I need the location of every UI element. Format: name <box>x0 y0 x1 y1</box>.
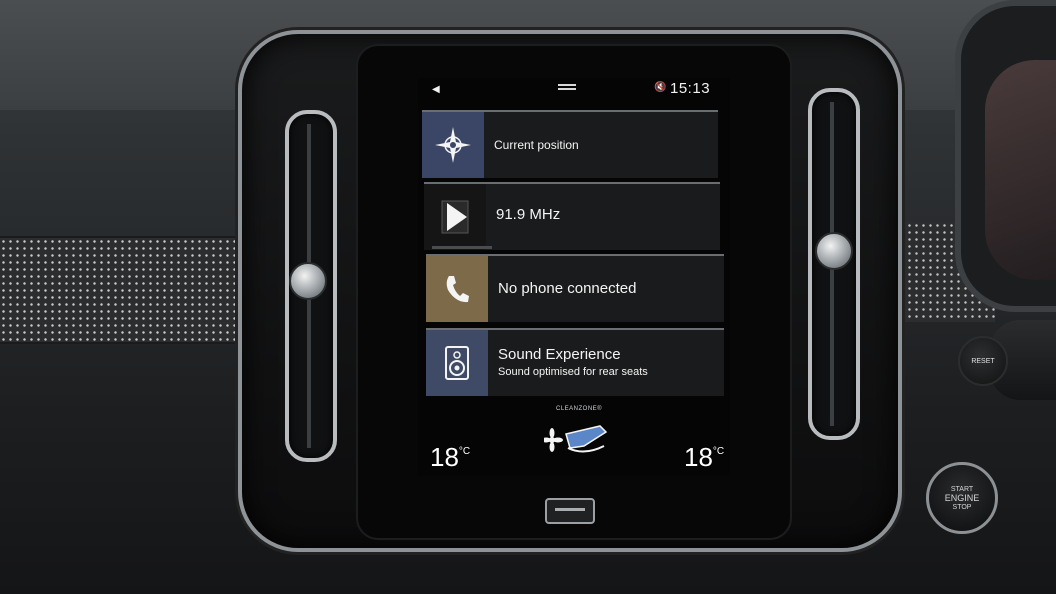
compass-icon <box>422 112 484 178</box>
tile-sound[interactable]: Sound Experience Sound optimised for rea… <box>426 328 724 396</box>
speaker-muted-icon: 🔇 <box>654 82 667 93</box>
status-bar: ◀ 🔇 15:13 <box>418 78 730 104</box>
tile-sound-label: Sound Experience <box>498 346 621 363</box>
home-bar-icon <box>555 508 585 511</box>
temperature-left-value: 18 <box>430 442 459 472</box>
radio-progress-bar <box>432 246 492 249</box>
tile-navigation[interactable]: Current position <box>422 110 718 178</box>
vent-knob-right[interactable] <box>815 232 853 270</box>
vent-knob-left[interactable] <box>289 262 327 300</box>
tile-radio-label: 91.9 MHz <box>496 206 561 223</box>
temperature-left-unit: °C <box>458 446 471 457</box>
tile-sound-sublabel: Sound optimised for rear seats <box>498 366 648 378</box>
reset-button[interactable]: RESET <box>958 336 1008 386</box>
home-button[interactable] <box>545 498 595 524</box>
seat-airflow-icon[interactable] <box>541 420 614 465</box>
infotainment-screen: ◀ 🔇 15:13 Current position 91.9 MHz No p… <box>418 78 730 476</box>
phone-handset-icon <box>426 256 488 322</box>
temperature-right-unit: °C <box>712 446 725 457</box>
temperature-right[interactable]: 18°C <box>684 442 724 473</box>
tile-radio[interactable]: 91.9 MHz <box>424 182 720 250</box>
cleanzone-logo: CLEANZONE® <box>556 406 603 412</box>
temperature-right-value: 18 <box>684 442 713 472</box>
instrument-cluster-glass <box>985 60 1056 280</box>
temperature-left[interactable]: 18°C <box>430 442 470 473</box>
tile-phone[interactable]: No phone connected <box>426 254 724 322</box>
back-arrow-icon[interactable]: ◀ <box>432 84 440 95</box>
speaker-icon <box>426 330 488 396</box>
dashboard-trim-left <box>0 236 250 344</box>
tile-phone-label: No phone connected <box>498 280 637 297</box>
climate-bar[interactable]: CLEANZONE® 18°C 18°C <box>418 400 730 476</box>
clock: 15:13 <box>670 80 711 97</box>
engine-label: ENGINE <box>944 492 980 503</box>
tile-navigation-label: Current position <box>494 138 579 152</box>
start-stop-button[interactable]: START ENGINE STOP <box>926 462 998 534</box>
stop-label: STOP <box>952 503 972 511</box>
pull-down-handle-icon[interactable] <box>558 84 576 86</box>
play-icon <box>424 184 486 250</box>
